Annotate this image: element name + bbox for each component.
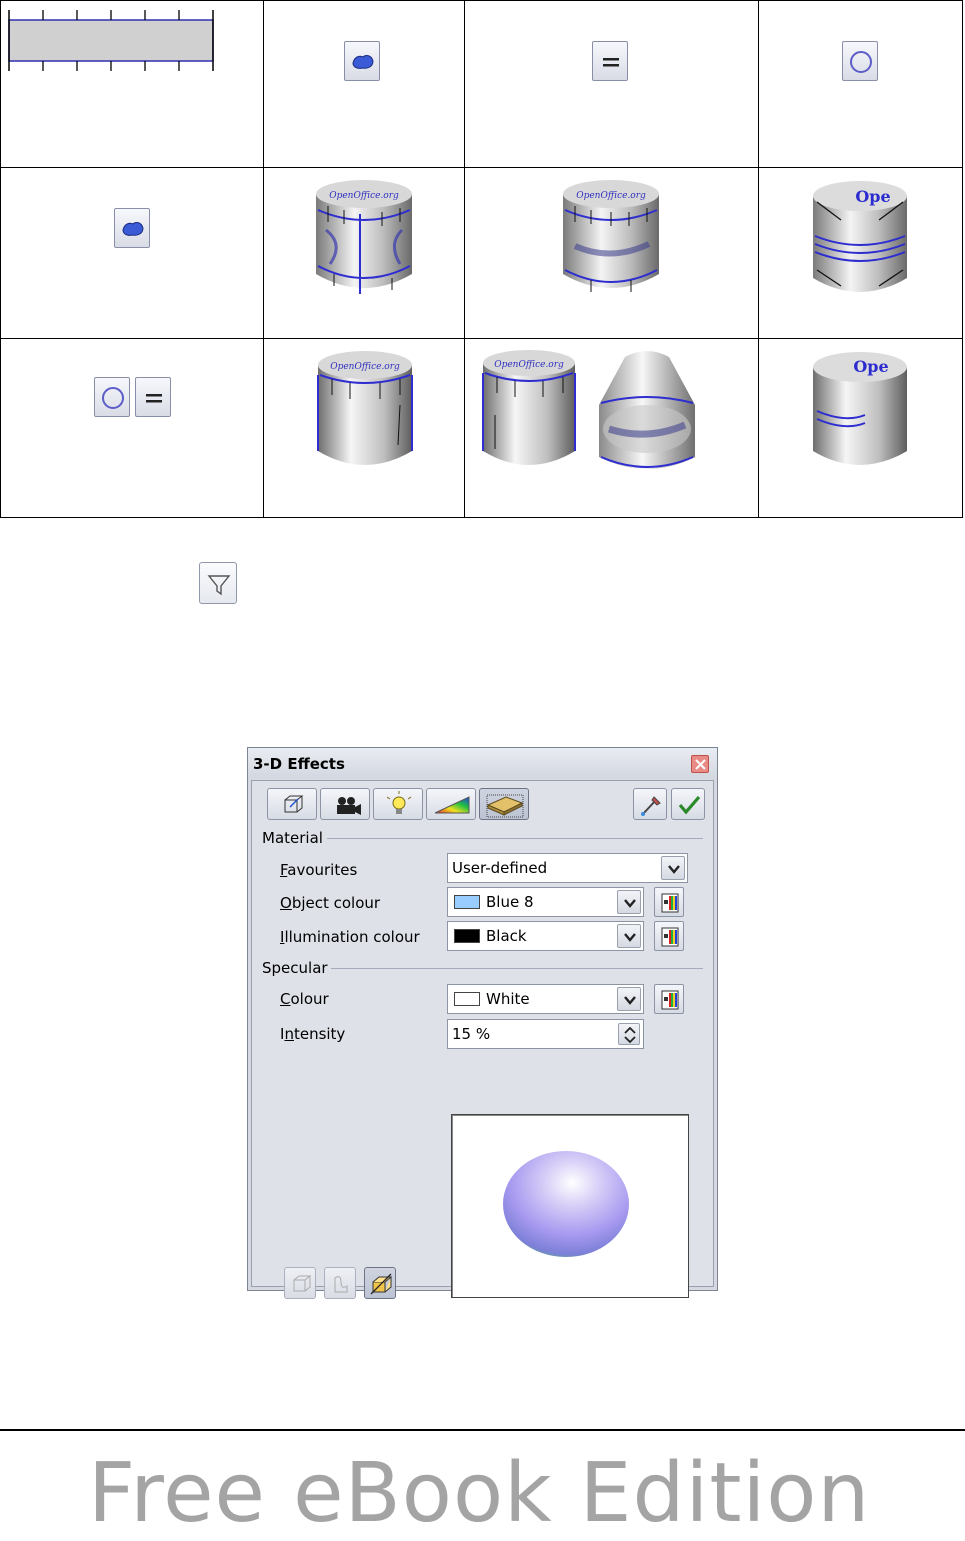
fontwork-cylinder-lathe-illustration (599, 351, 696, 469)
chevron-down-icon[interactable] (617, 924, 641, 948)
specular-separator (331, 968, 703, 969)
fontwork-cylinder-illustration: Ope (812, 352, 907, 465)
material-tab-icon[interactable] (479, 788, 529, 820)
perspective-on-off-icon[interactable] (364, 1267, 396, 1299)
color-dialog-icon[interactable] (654, 887, 684, 917)
favourites-value: User-defined (452, 859, 548, 877)
material-separator (327, 838, 703, 839)
fontwork-shape-circle-icon[interactable] (94, 377, 130, 417)
dialog-body: Material Favourites User-defined Object … (251, 780, 714, 1299)
material-section-label: Material (262, 829, 323, 847)
specular-colour-select[interactable]: White (447, 984, 644, 1014)
intensity-value: 15 % (452, 1025, 491, 1043)
pick-color-icon[interactable] (633, 788, 667, 820)
convert-to-lathe-icon[interactable] (324, 1267, 356, 1299)
close-icon[interactable] (691, 755, 709, 773)
svg-text:OpenOffice.org: OpenOffice.org (329, 191, 399, 201)
chevron-down-icon[interactable] (617, 987, 641, 1011)
fontwork-shape-circle-icon[interactable] (841, 41, 878, 81)
cell-cylinder-2: OpenOffice.org (464, 167, 759, 339)
object-colour-select[interactable]: Blue 8 (447, 887, 644, 917)
fontwork-cylinder-illustration: OpenOffice.org (563, 180, 660, 292)
favourites-label: Favourites (280, 861, 358, 879)
specular-section-label: Specular (262, 959, 328, 977)
textures-tab-icon[interactable] (426, 788, 476, 820)
preview-sphere (503, 1151, 629, 1257)
3d-effects-dialog: 3-D Effects Material Favourites User-def… (247, 747, 718, 1299)
cell-cylinder-3: Ope (757, 167, 964, 339)
fontwork-shape-icon[interactable] (344, 41, 381, 81)
specular-colour-swatch (454, 992, 480, 1006)
specular-colour-value: White (486, 990, 530, 1008)
convert-to-3d-icon[interactable] (284, 1267, 316, 1299)
filter-icon[interactable] (199, 562, 237, 604)
cell-cylinder-4: OpenOffice.org (263, 338, 466, 518)
cell-cylinder-pair: OpenOffice.org (464, 338, 759, 518)
svg-text:Ope: Ope (853, 357, 888, 376)
chevron-down-icon[interactable] (661, 856, 685, 880)
intensity-spinbox[interactable]: 15 % (447, 1019, 644, 1049)
cell-shape-button (263, 0, 466, 168)
favourites-select[interactable]: User-defined (447, 853, 688, 883)
cell-shape-button-2 (0, 167, 265, 339)
cell-cylinder-5: Ope (757, 338, 964, 518)
fontwork-cylinder-illustration: OpenOffice.org (316, 180, 413, 294)
same-letter-heights-icon[interactable] (592, 41, 629, 81)
material-preview (451, 1114, 689, 1298)
dialog-title: 3-D Effects (253, 755, 345, 773)
intensity-label: Intensity (280, 1025, 346, 1043)
assign-checkmark-icon[interactable] (671, 788, 705, 820)
cell-cylinder-1: OpenOffice.org (263, 167, 466, 339)
dialog-title-bar[interactable]: 3-D Effects (248, 748, 717, 778)
fontwork-cylinder-illustration: OpenOffice.org (317, 351, 414, 465)
illumination-tab-icon[interactable] (373, 788, 423, 820)
fontwork-shape-icon[interactable] (114, 208, 150, 248)
svg-text:Ope: Ope (855, 187, 890, 206)
same-letter-heights-icon[interactable] (135, 377, 171, 417)
svg-text:OpenOffice.org: OpenOffice.org (330, 362, 400, 372)
spin-arrows-icon[interactable] (618, 1023, 640, 1045)
object-colour-label: Object colour (280, 894, 381, 912)
object-colour-value: Blue 8 (486, 893, 534, 911)
object-colour-swatch (454, 895, 480, 909)
cell-circle-button (757, 0, 964, 168)
fontwork-cylinder-illustration: Ope (812, 181, 907, 292)
svg-text:OpenOffice.org: OpenOffice.org (577, 191, 647, 201)
fontwork-cylinder-illustration: OpenOffice.org (482, 350, 577, 465)
cell-two-buttons (0, 338, 265, 518)
illumination-colour-label: Illumination colour (280, 928, 420, 946)
footer-rule (0, 1429, 965, 1431)
illumination-colour-swatch (454, 929, 480, 943)
svg-text:OpenOffice.org: OpenOffice.org (495, 360, 565, 370)
illumination-colour-value: Black (486, 927, 527, 945)
cell-heights-button (464, 0, 759, 168)
figure-table: OpenOffice.org OpenOffice.org Ope OpenOf… (0, 0, 964, 518)
chevron-down-icon[interactable] (617, 890, 641, 914)
cell-ruler (0, 0, 265, 168)
color-dialog-icon[interactable] (654, 921, 684, 951)
geometry-tab-icon[interactable] (267, 788, 317, 820)
specular-colour-label: Colour (280, 990, 329, 1008)
illumination-colour-select[interactable]: Black (447, 921, 644, 951)
color-dialog-icon[interactable] (654, 984, 684, 1014)
text-ruler-illustration (8, 10, 214, 71)
shading-tab-icon[interactable] (320, 788, 370, 820)
footer-watermark: Free eBook Edition (88, 1446, 871, 1541)
